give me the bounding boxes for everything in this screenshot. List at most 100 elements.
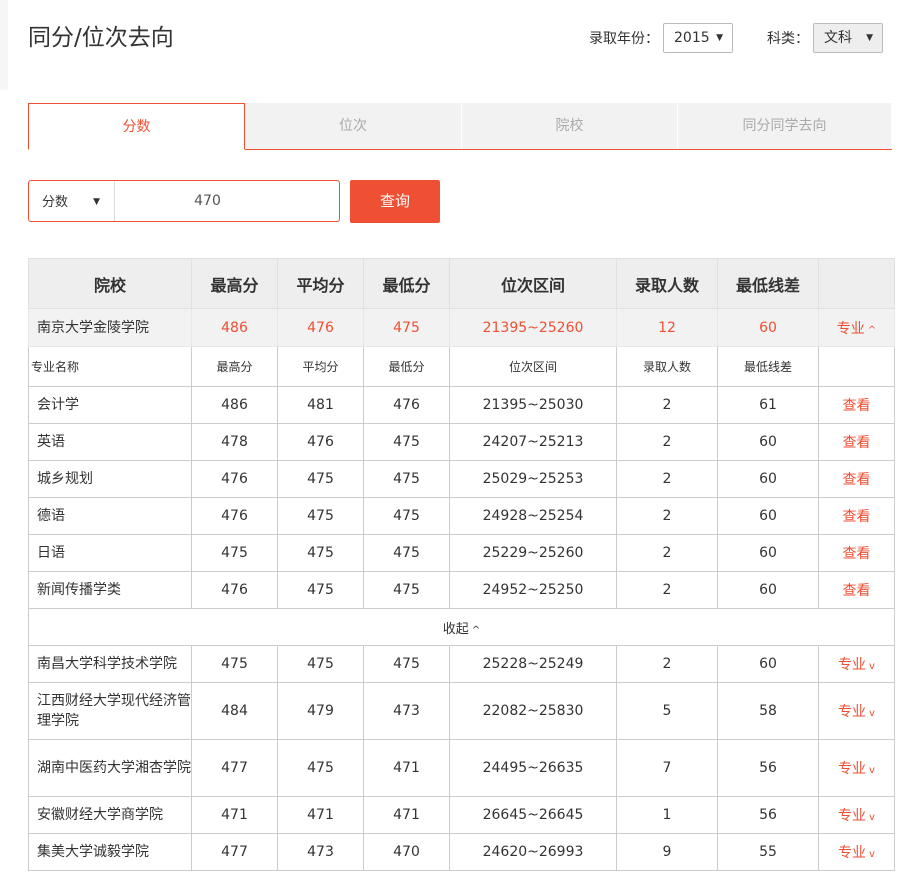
cell-min: 476: [363, 386, 450, 424]
year-select-value: 2015: [674, 30, 710, 46]
tab-same-score-peers[interactable]: 同分同学去向: [678, 103, 892, 149]
cell-rank: 25229~25260: [449, 534, 617, 572]
cell-avg: 481: [277, 386, 364, 424]
collapse-row: 收起 ^: [28, 608, 895, 646]
subject-select[interactable]: 文科 ▼: [813, 23, 883, 53]
view-link[interactable]: 查看: [843, 472, 871, 488]
school-name: 集美大学诚毅学院: [28, 833, 192, 871]
tab-rank[interactable]: 位次: [245, 103, 462, 149]
col-header-avg: 平均分: [277, 258, 364, 309]
cell-max: 486: [191, 386, 278, 424]
collapse-label: 收起: [442, 621, 469, 637]
cell-rank: 26645~26645: [449, 796, 617, 834]
query-button[interactable]: 查询: [350, 180, 440, 223]
cell-min: 470: [363, 833, 450, 871]
cell-diff: 60: [717, 571, 819, 609]
cell-min: 475: [363, 423, 450, 461]
year-select[interactable]: 2015 ▼: [663, 23, 733, 53]
view-link[interactable]: 查看: [843, 546, 871, 562]
cell-diff: 60: [717, 460, 819, 498]
cell-rank: 24928~25254: [449, 497, 617, 535]
cell-max: 486: [191, 308, 278, 347]
cell-count: 2: [616, 460, 718, 498]
school-name: 南京大学金陵学院: [28, 308, 192, 347]
view-link[interactable]: 查看: [843, 435, 871, 451]
table-row-expanded-school: 南京大学金陵学院 486 476 475 21395~25260 12 60 专…: [28, 308, 895, 347]
sub-header-max: 最高分: [191, 346, 278, 387]
major-row: 新闻传播学类 476 475 475 24952~25250 2 60 查看: [28, 571, 895, 609]
major-toggle-label: 专业: [838, 845, 867, 861]
collapse-link[interactable]: 收起 ^: [443, 622, 480, 637]
major-name: 英语: [28, 423, 192, 461]
cell-min: 475: [363, 571, 450, 609]
cell-min: 475: [363, 534, 450, 572]
col-header-count: 录取人数: [616, 258, 718, 309]
major-toggle-link[interactable]: 专业 v: [838, 761, 875, 777]
cell-count: 5: [616, 682, 718, 740]
cell-count: 7: [616, 739, 718, 797]
chevron-down-icon: v: [869, 661, 875, 672]
cell-diff: 60: [717, 308, 819, 347]
cell-avg: 471: [277, 796, 364, 834]
view-cell: 查看: [818, 497, 895, 535]
cell-avg: 475: [277, 571, 364, 609]
cell-rank: 24952~25250: [449, 571, 617, 609]
chevron-up-icon: ^: [867, 324, 877, 336]
cell-max: 471: [191, 796, 278, 834]
tab-school[interactable]: 院校: [462, 103, 678, 149]
major-toggle-link[interactable]: 专业 ^: [837, 321, 876, 337]
cell-diff: 60: [717, 497, 819, 535]
major-toggle-cell: 专业 v: [818, 645, 895, 683]
score-input[interactable]: [116, 181, 339, 221]
col-header-diff: 最低线差: [717, 258, 819, 309]
cell-count: 1: [616, 796, 718, 834]
cell-diff: 58: [717, 682, 819, 740]
search-type-value: 分数: [42, 195, 69, 210]
cell-count: 9: [616, 833, 718, 871]
school-row: 集美大学诚毅学院 477 473 470 24620~26993 9 55 专业 v: [28, 833, 895, 871]
major-toggle-cell: 专业 v: [818, 833, 895, 871]
school-row: 南昌大学科学技术学院 475 475 475 25228~25249 2 60 专业 v: [28, 645, 895, 683]
tab-score[interactable]: 分数: [28, 103, 245, 150]
major-toggle-link[interactable]: 专业 v: [838, 845, 875, 861]
cell-rank: 25029~25253: [449, 460, 617, 498]
table-header-row: 院校 最高分 平均分 最低分 位次区间 录取人数 最低线差: [28, 258, 895, 309]
major-toggle-link[interactable]: 专业 v: [838, 704, 875, 720]
cell-rank: 22082~25830: [449, 682, 617, 740]
school-row: 江西财经大学现代经济管理学院 484 479 473 22082~25830 5 58 专业 v: [28, 682, 895, 740]
major-subheader-row: 专业名称 最高分 平均分 最低分 位次区间 录取人数 最低线差: [28, 346, 895, 387]
major-toggle-label: 专业: [838, 808, 867, 824]
cell-diff: 56: [717, 796, 819, 834]
caret-down-icon: ▼: [716, 33, 723, 43]
cell-count: 2: [616, 645, 718, 683]
cell-min: 471: [363, 796, 450, 834]
major-toggle-link[interactable]: 专业 v: [838, 657, 875, 673]
major-toggle-label: 专业: [838, 761, 867, 777]
major-row: 英语 478 476 475 24207~25213 2 60 查看: [28, 423, 895, 461]
major-toggle-cell: 专业 ^: [818, 308, 895, 347]
cell-rank: 24495~26635: [449, 739, 617, 797]
col-header-action: [818, 258, 895, 309]
cell-max: 475: [191, 534, 278, 572]
cell-diff: 61: [717, 386, 819, 424]
major-toggle-link[interactable]: 专业 v: [838, 808, 875, 824]
sub-header-rank: 位次区间: [449, 346, 617, 387]
chevron-down-icon: v: [869, 708, 875, 719]
major-name: 城乡规划: [28, 460, 192, 498]
view-link[interactable]: 查看: [843, 509, 871, 525]
view-link[interactable]: 查看: [843, 583, 871, 599]
sub-header-action: [818, 346, 895, 387]
cell-max: 477: [191, 833, 278, 871]
cell-diff: 60: [717, 534, 819, 572]
tab-bar: 分数 位次 院校 同分同学去向: [28, 103, 892, 150]
school-row: 安徽财经大学商学院 471 471 471 26645~26645 1 56 专业 v: [28, 796, 895, 834]
sub-header-major: 专业名称: [28, 346, 192, 387]
year-label: 录取年份：: [589, 31, 659, 47]
cell-rank: 24620~26993: [449, 833, 617, 871]
cell-count: 12: [616, 308, 718, 347]
search-type-select[interactable]: 分数 ▼: [29, 181, 115, 221]
page-title: 同分/位次去向: [28, 25, 174, 51]
subject-label: 科类：: [767, 31, 809, 47]
school-name: 湖南中医药大学湘杏学院: [28, 739, 192, 797]
view-link[interactable]: 查看: [843, 398, 871, 414]
